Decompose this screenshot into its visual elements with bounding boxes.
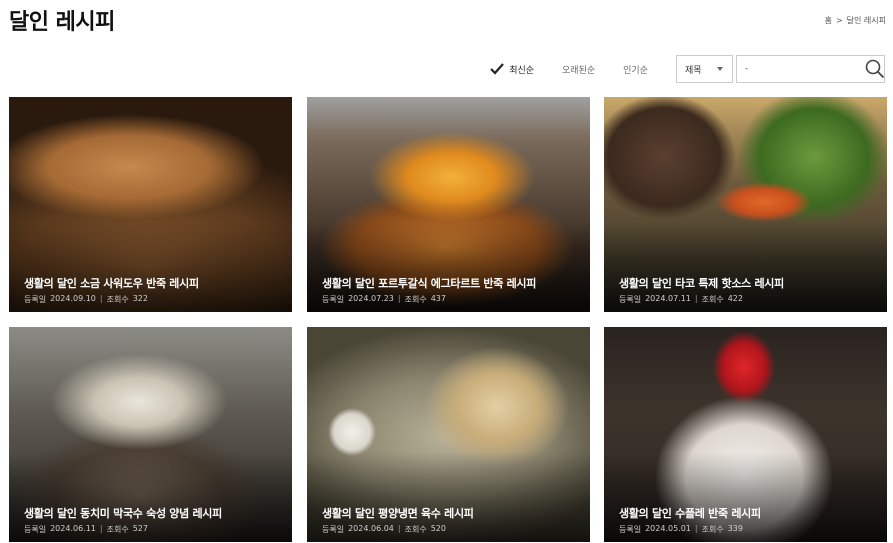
recipe-card-title: 생활의 달인 소금 사워도우 반죽 레시피 [24,277,199,290]
breadcrumb: 홈 > 달인 레시피 [825,15,886,26]
recipe-card-title: 생활의 달인 동치미 막국수 숙성 양념 레시피 [24,507,222,520]
sort-latest-label: 최신순 [509,65,535,76]
search-field-select[interactable]: 제목 [676,55,733,83]
recipe-date: 2024.07.23 [348,294,394,303]
views-label: 조회수 [106,295,129,304]
date-label: 등록일 [322,525,345,534]
recipe-date: 2024.06.04 [348,524,394,533]
views-label: 조회수 [701,295,724,304]
recipe-date: 2024.07.11 [645,294,691,303]
sort-oldest[interactable]: 오래된순 [562,63,595,76]
recipe-card-meta: 등록일 2024.07.23 | 조회수 437 [322,294,446,304]
recipe-card[interactable]: 생활의 달인 수플레 반죽 레시피 등록일 2024.05.01 | 조회수 3… [604,327,887,542]
recipe-card-meta: 등록일 2024.05.01 | 조회수 339 [619,524,743,534]
views-label: 조회수 [701,525,724,534]
recipe-views: 339 [727,524,743,533]
recipe-card-meta: 등록일 2024.06.11 | 조회수 527 [24,524,148,534]
search-button[interactable] [865,56,885,82]
search-field-select-value: 제목 [685,65,702,76]
sort-latest[interactable]: 최신순 [490,63,534,76]
recipe-card-meta: 등록일 2024.06.04 | 조회수 520 [322,524,446,534]
recipe-card[interactable]: 생활의 달인 포르투갈식 에그타르트 반죽 레시피 등록일 2024.07.23… [307,97,590,312]
date-label: 등록일 [619,295,642,304]
breadcrumb-separator: > [835,16,843,25]
list-toolbar: 최신순 오래된순 인기순 제목 [490,55,885,83]
recipe-card-meta: 등록일 2024.07.11 | 조회수 422 [619,294,743,304]
date-label: 등록일 [619,525,642,534]
search-box [736,55,885,83]
recipe-card-title: 생활의 달인 타코 특제 핫소스 레시피 [619,277,784,290]
views-label: 조회수 [404,295,427,304]
date-label: 등록일 [322,295,345,304]
recipe-card-title: 생활의 달인 수플레 반죽 레시피 [619,507,761,520]
chevron-down-icon [717,67,723,71]
search-input[interactable] [745,64,865,74]
recipe-views: 520 [430,524,446,533]
recipe-date: 2024.06.11 [50,524,96,533]
recipe-card[interactable]: 생활의 달인 평양냉면 육수 레시피 등록일 2024.06.04 | 조회수 … [307,327,590,542]
page-title: 달인 레시피 [9,10,115,35]
sort-popular-label: 인기순 [623,65,648,76]
sort-popular[interactable]: 인기순 [623,63,648,76]
recipe-card-title: 생활의 달인 포르투갈식 에그타르트 반죽 레시피 [322,277,537,290]
recipe-views: 322 [132,294,148,303]
recipe-card[interactable]: 생활의 달인 동치미 막국수 숙성 양념 레시피 등록일 2024.06.11 … [9,327,292,542]
breadcrumb-current[interactable]: 달인 레시피 [847,15,886,26]
recipe-views: 527 [132,524,148,533]
recipe-card[interactable]: 생활의 달인 타코 특제 핫소스 레시피 등록일 2024.07.11 | 조회… [604,97,887,312]
recipe-views: 437 [430,294,446,303]
recipe-card-meta: 등록일 2024.09.10 | 조회수 322 [24,294,148,304]
sort-oldest-label: 오래된순 [562,65,596,76]
check-icon [490,63,505,75]
search-icon [865,59,885,79]
views-label: 조회수 [404,525,427,534]
recipe-date: 2024.09.10 [50,294,96,303]
recipe-views: 422 [727,294,743,303]
date-label: 등록일 [24,295,47,304]
recipe-card-title: 생활의 달인 평양냉면 육수 레시피 [322,507,474,520]
date-label: 등록일 [24,525,47,534]
views-label: 조회수 [106,525,129,534]
breadcrumb-home[interactable]: 홈 [825,15,832,26]
recipe-card[interactable]: 생활의 달인 소금 사워도우 반죽 레시피 등록일 2024.09.10 | 조… [9,97,292,312]
recipe-date: 2024.05.01 [645,524,691,533]
